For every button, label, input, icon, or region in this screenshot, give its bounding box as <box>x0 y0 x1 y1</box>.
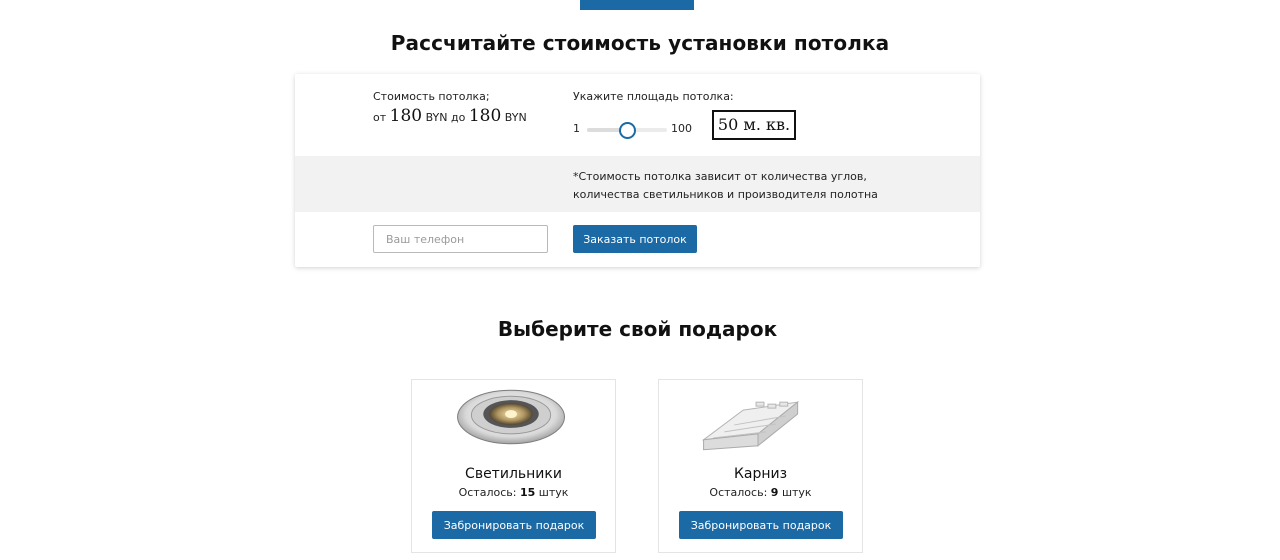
remaining-unit: штук <box>538 486 569 499</box>
slider-max-label: 100 <box>671 122 692 135</box>
curtain-rail-icon <box>701 401 800 451</box>
price-range: от 180 BYN до 180 BYN <box>373 106 527 126</box>
remaining-label: Осталось: <box>458 486 517 499</box>
slider-handle[interactable] <box>618 122 636 139</box>
gift-remaining: Осталось: 9 штук <box>659 486 862 499</box>
price-from-prefix: от <box>373 111 387 124</box>
remaining-count: 9 <box>770 486 779 499</box>
gift-name: Карниз <box>733 466 788 482</box>
area-slider[interactable] <box>587 122 667 139</box>
note-line-2: количества светильников и производителя … <box>573 188 878 201</box>
slider-min-label: 1 <box>573 122 580 135</box>
currency-from: BYN <box>425 111 448 124</box>
price-note: *Стоимость потолка зависит от количества… <box>573 168 878 204</box>
gift-card-lights: Светильники Осталось: 15 штук Заброниров… <box>411 379 616 553</box>
area-value-display: 50 м. кв. <box>712 110 796 140</box>
area-label: Укажите площадь потолка: <box>573 90 734 103</box>
price-to-prefix: до <box>451 111 466 124</box>
top-accent-bar <box>580 0 694 10</box>
reserve-gift-button[interactable]: Забронировать подарок <box>679 511 843 539</box>
price-to: 180 <box>468 106 502 126</box>
order-ceiling-button[interactable]: Заказать потолок <box>573 225 697 253</box>
gift-remaining: Осталось: 15 штук <box>412 486 615 499</box>
gifts-title: Выберите свой подарок <box>497 317 778 341</box>
currency-to: BYN <box>504 111 527 124</box>
spotlight-icon <box>457 389 565 445</box>
price-from: 180 <box>389 106 423 126</box>
price-label: Стоимость потолка; <box>373 90 490 103</box>
remaining-label: Осталось: <box>709 486 768 499</box>
calculator-card: Стоимость потолка; от 180 BYN до 180 BYN… <box>295 74 980 267</box>
calculator-title: Рассчитайте стоимость установки потолка <box>390 31 890 55</box>
gift-card-cornice: Карниз Осталось: 9 штук Забронировать по… <box>658 379 863 553</box>
reserve-gift-button[interactable]: Забронировать подарок <box>432 511 596 539</box>
phone-input[interactable] <box>373 225 548 253</box>
remaining-unit: штук <box>781 486 812 499</box>
note-line-1: *Стоимость потолка зависит от количества… <box>573 170 867 183</box>
gift-name: Светильники <box>465 466 562 482</box>
remaining-count: 15 <box>519 486 536 499</box>
